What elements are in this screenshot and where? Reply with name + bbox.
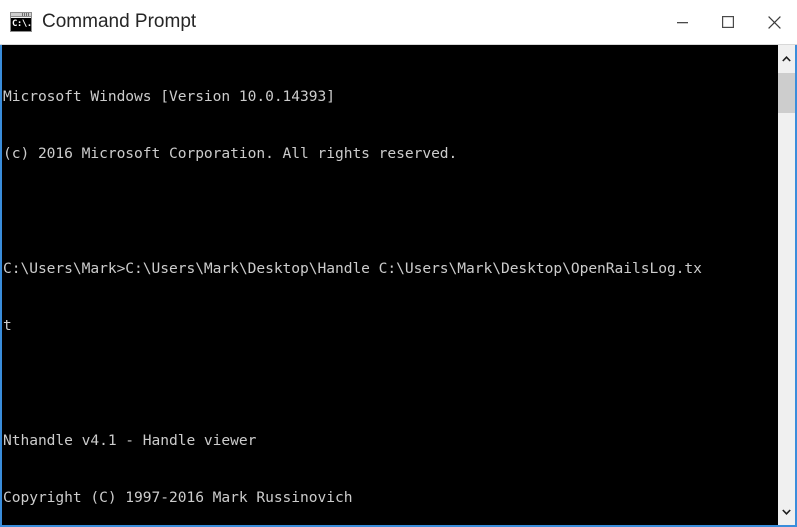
title-bar[interactable]: C:\. Command Prompt [0,0,797,45]
window-title: Command Prompt [42,11,197,32]
vertical-scrollbar[interactable] [777,45,795,525]
console-line: Copyright (C) 1997-2016 Mark Russinovich [3,489,353,507]
console-line: t [3,317,12,335]
console-line: (c) 2016 Microsoft Corporation. All righ… [3,145,458,163]
scroll-down-arrow[interactable] [778,498,795,525]
scroll-up-arrow[interactable] [778,45,795,72]
console-output-area[interactable]: Microsoft Windows [Version 10.0.14393] (… [2,45,795,525]
console-line: C:\Users\Mark>C:\Users\Mark\Desktop\Hand… [3,260,702,278]
icon-control-dots [22,13,30,16]
scrollbar-thumb[interactable] [778,73,795,113]
close-button[interactable] [751,0,797,44]
console-line: Microsoft Windows [Version 10.0.14393] [3,88,335,106]
minimize-button[interactable] [659,0,705,44]
command-prompt-icon[interactable]: C:\. [10,12,32,32]
console-text-block: Microsoft Windows [Version 10.0.14393] (… [3,49,777,525]
command-prompt-window: C:\. Command Prompt Microsoft Windows [V… [0,0,797,527]
console-line: Nthandle v4.1 - Handle viewer [3,431,257,449]
maximize-button[interactable] [705,0,751,44]
icon-screen-glyph: C:\. [11,18,32,31]
